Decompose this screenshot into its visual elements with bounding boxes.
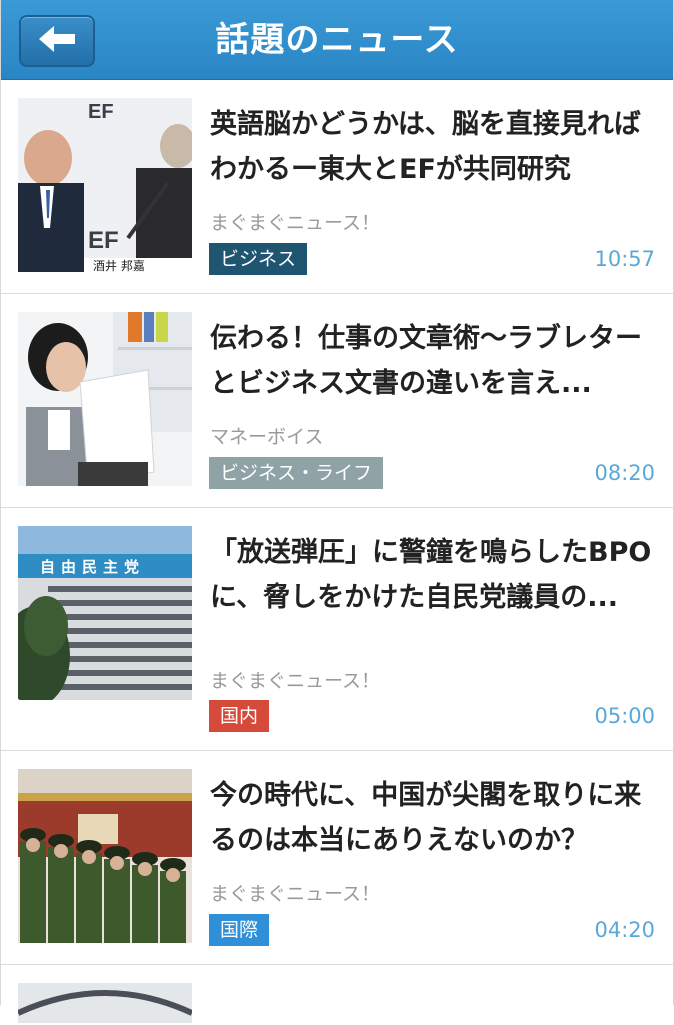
news-title: 今の時代に、中国が尖閣を取りに来るのは本当にありえないのか？ <box>210 780 642 856</box>
svg-text:自由民主党: 自由民主党 <box>40 558 145 576</box>
category-badge: ビジネス・ライフ <box>209 457 384 489</box>
news-time: 10:57 <box>594 247 655 271</box>
news-thumbnail <box>18 312 192 486</box>
page-title: 話題のニュース <box>215 20 459 60</box>
svg-text:EF: EF <box>88 227 119 254</box>
news-item[interactable]: 自由民主党 「放送弾圧」に警鐘を鳴らしたBPOに、脅しをかけた自民党議員の...… <box>1 508 673 751</box>
category-badge: ビジネス <box>209 243 308 275</box>
ef-logo-text: EF <box>88 101 114 123</box>
news-item[interactable]: 伝わる！仕事の文章術〜ラブレターとビジネス文書の違いを言え... マネーボイス … <box>1 294 673 508</box>
news-thumbnail <box>18 983 192 1023</box>
news-time: 08:20 <box>594 461 655 485</box>
news-thumbnail: 自由民主党 <box>18 526 192 700</box>
news-title: 伝わる！仕事の文章術〜ラブレターとビジネス文書の違いを言え... <box>210 323 642 399</box>
news-title: 英語脳かどうかは、脳を直接見ればわかるー東大とEFが共同研究 <box>210 109 641 185</box>
news-title: 「放送弾圧」に警鐘を鳴らしたBPOに、脅しをかけた自民党議員の... <box>210 537 652 613</box>
news-item[interactable]: 今の時代に、中国が尖閣を取りに来るのは本当にありえないのか？ まぐまぐニュース！… <box>1 751 673 965</box>
news-source: まぐまぐニュース！ <box>210 670 381 692</box>
news-item[interactable]: EF EF EF 酒井 邦嘉 英語脳かどうかは、脳を直接見ればわかるー東大とEF… <box>1 80 673 294</box>
category-badge: 国内 <box>209 700 270 732</box>
news-list: EF EF EF 酒井 邦嘉 英語脳かどうかは、脳を直接見ればわかるー東大とEF… <box>1 80 673 1025</box>
category-badge: 国際 <box>209 914 270 946</box>
news-source: まぐまぐニュース！ <box>210 883 381 905</box>
news-source: まぐまぐニュース！ <box>210 212 381 234</box>
news-source: マネーボイス <box>210 426 324 448</box>
news-time: 04:20 <box>594 918 655 942</box>
news-time: 05:00 <box>594 704 655 728</box>
news-item[interactable] <box>1 965 673 1025</box>
news-thumbnail <box>18 769 192 943</box>
app-header: 話題のニュース <box>1 0 673 80</box>
news-thumbnail: EF EF EF 酒井 邦嘉 <box>18 98 192 272</box>
svg-text:酒井 邦嘉: 酒井 邦嘉 <box>93 259 145 272</box>
